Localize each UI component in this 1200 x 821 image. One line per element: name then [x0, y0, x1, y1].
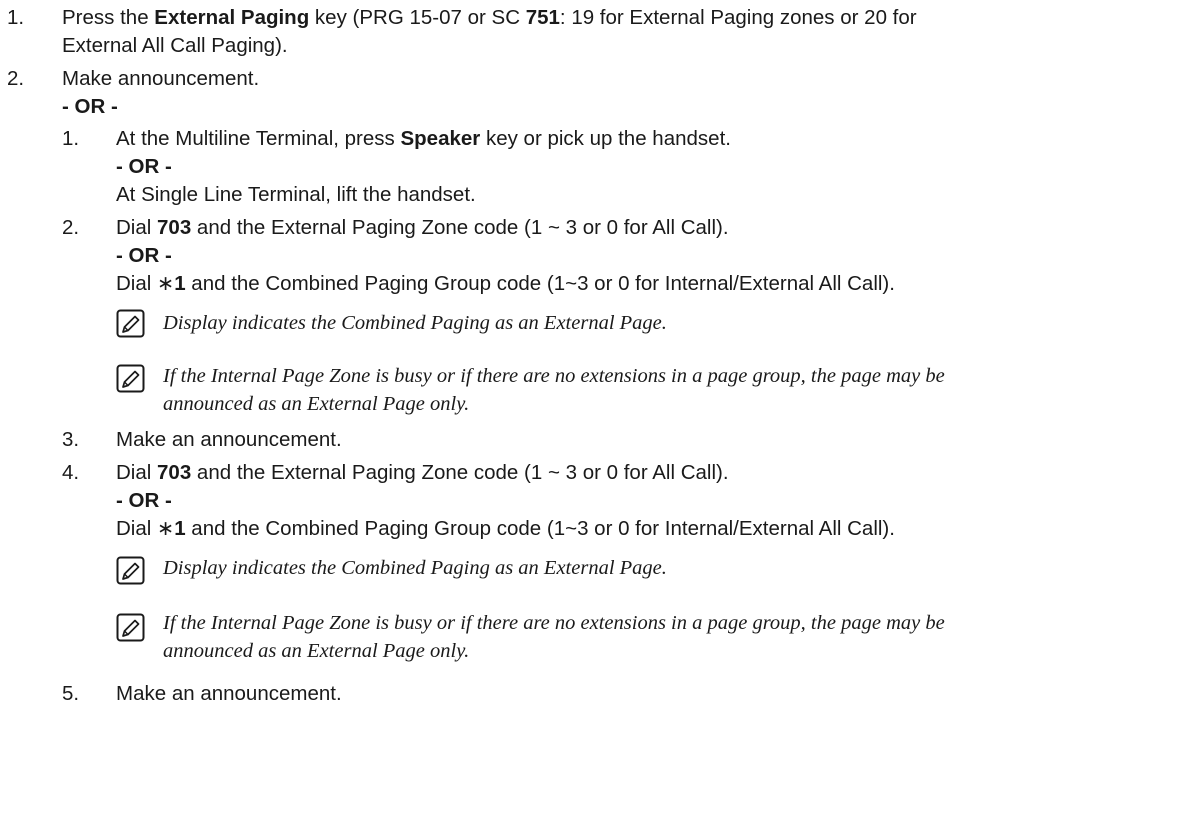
service-code-751: 751	[525, 6, 560, 29]
substep-5-number: 5.	[62, 682, 80, 705]
step-2-text: Make announcement.	[62, 67, 260, 90]
step-1-line-2: External All Call Paging).	[62, 34, 288, 57]
pencil-note-icon	[116, 364, 146, 394]
code-703: 703	[157, 216, 192, 239]
substep-2-alt-pre: Dial ∗	[116, 272, 175, 295]
pencil-note-icon	[116, 309, 146, 339]
speaker-key-label: Speaker	[400, 127, 481, 150]
pencil-note-icon	[116, 613, 146, 643]
substep-4-or: - OR -	[116, 489, 172, 512]
note-internal-zone-busy-line-1: If the Internal Page Zone is busy or if …	[163, 365, 945, 387]
code-star-1: 1	[174, 272, 186, 295]
substep-1-post: key or pick up the handset.	[480, 127, 731, 150]
substep-2-line: Dial 703 and the External Paging Zone co…	[116, 214, 729, 242]
step-1-text-c: key (PRG 15-07 or SC	[309, 6, 526, 29]
pencil-note-icon	[116, 556, 146, 586]
note-internal-zone-busy-line-1: If the Internal Page Zone is busy or if …	[163, 612, 945, 634]
substep-1-or: - OR -	[116, 155, 172, 178]
note-display-indicates: Display indicates the Combined Paging as…	[163, 557, 667, 579]
external-paging-key-label: External Paging	[154, 6, 310, 29]
substep-4-line: Dial 703 and the External Paging Zone co…	[116, 459, 729, 487]
substep-4-number: 4.	[62, 461, 80, 484]
substep-4-post: and the External Paging Zone code (1 ~ 3…	[191, 461, 729, 484]
substep-2-alt: Dial ∗1 and the Combined Paging Group co…	[116, 270, 895, 298]
substep-3-number: 3.	[62, 428, 80, 451]
code-703: 703	[157, 461, 192, 484]
step-1-text-a: Press the	[62, 6, 155, 29]
substep-3-text: Make an announcement.	[116, 428, 342, 451]
substep-2-number: 2.	[62, 216, 80, 239]
step-2-or: - OR -	[62, 95, 118, 118]
note-internal-zone-busy-line-2: announced as an External Page only.	[163, 393, 470, 415]
substep-4-pre: Dial	[116, 461, 158, 484]
substep-4-alt-post: and the Combined Paging Group code (1~3 …	[185, 517, 895, 540]
substep-1-alt: At Single Line Terminal, lift the handse…	[116, 183, 476, 206]
substep-2-or: - OR -	[116, 244, 172, 267]
substep-1-pre: At the Multiline Terminal, press	[116, 127, 401, 150]
step-1-number: 1.	[7, 6, 25, 29]
step-1-line-1: Press the External Paging key (PRG 15-07…	[62, 4, 917, 32]
substep-5-text: Make an announcement.	[116, 682, 342, 705]
substep-2-alt-post: and the Combined Paging Group code (1~3 …	[185, 272, 895, 295]
substep-2-pre: Dial	[116, 216, 158, 239]
substep-1-line: At the Multiline Terminal, press Speaker…	[116, 125, 731, 153]
note-display-indicates: Display indicates the Combined Paging as…	[163, 312, 667, 334]
substep-2-post: and the External Paging Zone code (1 ~ 3…	[191, 216, 729, 239]
step-2-number: 2.	[7, 67, 25, 90]
substep-1-number: 1.	[62, 127, 80, 150]
substep-4-alt-pre: Dial ∗	[116, 517, 175, 540]
substep-4-alt: Dial ∗1 and the Combined Paging Group co…	[116, 515, 895, 543]
step-1-text-e: : 19 for External Paging zones or 20 for	[559, 6, 917, 29]
note-internal-zone-busy-line-2: announced as an External Page only.	[163, 640, 470, 662]
code-star-1: 1	[174, 517, 186, 540]
